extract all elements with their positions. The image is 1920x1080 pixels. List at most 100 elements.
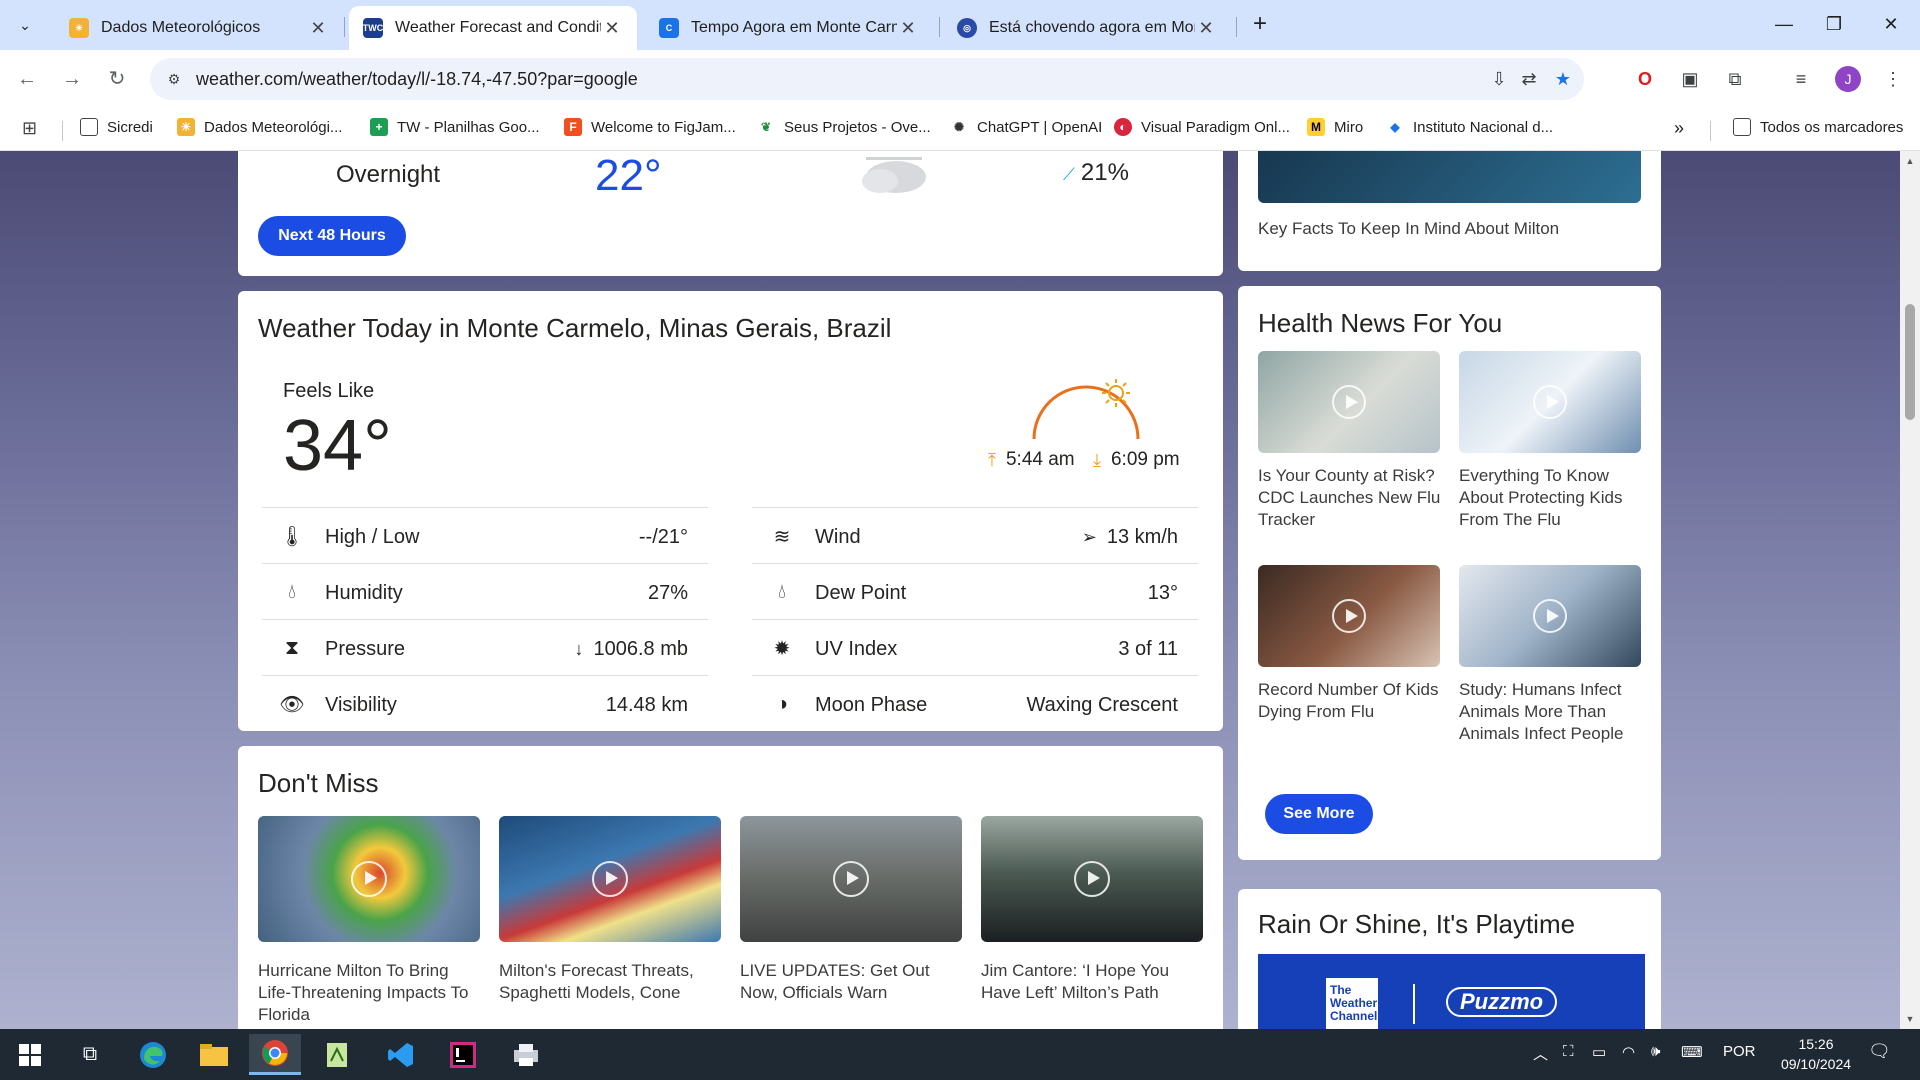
close-tab-icon[interactable]: ✕ bbox=[1195, 18, 1217, 39]
dont-miss-card: Don't Miss Hurricane Milton To Bring Lif… bbox=[238, 746, 1223, 1029]
weather-today-title: Weather Today in Monte Carmelo, Minas Ge… bbox=[258, 313, 892, 343]
tab-dados-meteorologicos[interactable]: ☀ Dados Meteorológicos ✕ bbox=[55, 6, 343, 50]
news-headline[interactable]: Key Facts To Keep In Mind About Milton bbox=[1258, 219, 1559, 239]
extension-badge-icon[interactable]: ▣ bbox=[1676, 65, 1704, 93]
sunset-time: ⤓ 6:09 pm bbox=[1093, 449, 1180, 471]
forward-arrow-icon[interactable]: → bbox=[57, 64, 87, 94]
puzzmo-banner[interactable]: The Weather Channel Puzzmo bbox=[1258, 954, 1645, 1029]
apps-grid-icon[interactable]: ⊞ bbox=[22, 118, 37, 139]
bookmark-chatgpt[interactable]: ✺ ChatGPT | OpenAI bbox=[950, 118, 1102, 136]
dont-miss-title: Don't Miss bbox=[258, 768, 379, 798]
scroll-up-icon[interactable]: ▲ bbox=[1900, 153, 1920, 169]
more-bookmarks-chevron-icon[interactable]: » bbox=[1674, 118, 1684, 139]
scrollbar-thumb[interactable] bbox=[1905, 304, 1915, 420]
next-48-hours-button[interactable]: Next 48 Hours bbox=[258, 216, 406, 256]
network-wifi-icon[interactable]: ◠ bbox=[1622, 1043, 1635, 1061]
extensions-puzzle-icon[interactable]: ⧉ bbox=[1721, 65, 1749, 93]
dont-miss-thumbnail-4[interactable] bbox=[981, 816, 1203, 942]
see-more-button[interactable]: See More bbox=[1265, 794, 1373, 834]
bookmark-tw-planilhas[interactable]: + TW - Planilhas Goo... bbox=[370, 118, 540, 136]
edge-browser-icon[interactable] bbox=[127, 1034, 179, 1075]
bookmark-visual-paradigm[interactable]: ◐ Visual Paradigm Onl... bbox=[1114, 118, 1290, 136]
printer-app-icon[interactable] bbox=[500, 1034, 552, 1075]
detail-label: Moon Phase bbox=[815, 694, 928, 716]
bookmark-figjam[interactable]: F Welcome to FigJam... bbox=[564, 118, 736, 136]
notification-center-icon[interactable]: 🗨︎ bbox=[1868, 1041, 1891, 1062]
health-news-card: Health News For You Is Your County at Ri… bbox=[1238, 286, 1661, 860]
url-text[interactable]: weather.com/weather/today/l/-18.74,-47.5… bbox=[196, 69, 638, 90]
health-headline-3[interactable]: Record Number Of Kids Dying From Flu bbox=[1258, 679, 1443, 723]
scroll-down-icon[interactable]: ▼ bbox=[1900, 1011, 1920, 1027]
translate-icon[interactable]: ⇄ bbox=[1516, 67, 1542, 91]
page-scrollbar[interactable]: ▲ ▼ bbox=[1900, 151, 1920, 1029]
address-bar[interactable]: ⚙ weather.com/weather/today/l/-18.74,-47… bbox=[150, 58, 1584, 100]
news-card-top[interactable]: Key Facts To Keep In Mind About Milton bbox=[1238, 151, 1661, 271]
health-thumbnail-1[interactable] bbox=[1258, 351, 1440, 453]
intellij-idea-icon[interactable] bbox=[437, 1034, 489, 1075]
vscode-icon[interactable] bbox=[375, 1034, 427, 1075]
bookmark-dados-meteorologicos[interactable]: ☀ Dados Meteorológi... bbox=[177, 118, 342, 136]
touch-keyboard-icon[interactable]: ⌨ bbox=[1681, 1043, 1703, 1061]
input-language-indicator[interactable]: POR bbox=[1723, 1043, 1756, 1060]
chrome-browser-icon[interactable] bbox=[249, 1034, 301, 1075]
health-headline-1[interactable]: Is Your County at Risk? CDC Launches New… bbox=[1258, 465, 1443, 531]
profile-avatar[interactable]: J bbox=[1835, 66, 1861, 92]
tab-esta-chovendo[interactable]: ◎ Está chovendo agora em Monte ✕ bbox=[943, 6, 1231, 50]
cloudy-icon bbox=[862, 157, 926, 193]
new-tab-button[interactable]: + bbox=[1244, 9, 1276, 41]
reload-icon[interactable]: ↻ bbox=[102, 64, 132, 94]
close-tab-icon[interactable]: ✕ bbox=[897, 18, 919, 39]
folder-icon bbox=[80, 118, 98, 136]
wind-direction-icon: ➢ bbox=[1081, 527, 1097, 547]
media-control-icon[interactable]: ≡ bbox=[1787, 65, 1815, 93]
visibility-eye-icon: 👁︎ bbox=[279, 693, 305, 716]
bookmark-label: ChatGPT | OpenAI bbox=[977, 118, 1103, 136]
dont-miss-headline-1[interactable]: Hurricane Milton To Bring Life-Threateni… bbox=[258, 960, 483, 1026]
all-bookmarks-folder[interactable]: Todos os marcadores bbox=[1733, 118, 1903, 136]
volume-icon[interactable]: 🕪︎ bbox=[1651, 1043, 1660, 1060]
show-hidden-icons-icon[interactable]: ︿ bbox=[1533, 1043, 1548, 1064]
bookmark-star-icon[interactable]: ★ bbox=[1550, 67, 1576, 91]
dont-miss-thumbnail-3[interactable] bbox=[740, 816, 962, 942]
bookmark-seus-projetos[interactable]: ❦ Seus Projetos - Ove... bbox=[757, 118, 931, 136]
detail-value: 27% bbox=[647, 582, 688, 604]
dont-miss-headline-3[interactable]: LIVE UPDATES: Get Out Now, Officials War… bbox=[740, 960, 965, 1004]
menu-kebab-icon[interactable]: ⋮ bbox=[1879, 65, 1907, 93]
health-thumbnail-4[interactable] bbox=[1459, 565, 1641, 667]
health-headline-2[interactable]: Everything To Know About Protecting Kids… bbox=[1459, 465, 1644, 531]
windows-start-icon[interactable] bbox=[4, 1034, 56, 1075]
tab-tempo-agora[interactable]: C Tempo Agora em Monte Carme ✕ bbox=[645, 6, 933, 50]
file-explorer-icon[interactable] bbox=[188, 1034, 240, 1075]
tab-search-icon[interactable]: ⌄ bbox=[9, 9, 41, 41]
weather-details-right: ≋ Wind ➢ 13 km/h 💧︎ Dew Point 13° ✹ UV In… bbox=[752, 507, 1198, 731]
bookmark-instituto-nacional[interactable]: ◆ Instituto Nacional d... bbox=[1386, 118, 1553, 136]
minimize-window-icon[interactable]: — bbox=[1764, 8, 1804, 40]
close-tab-icon[interactable]: ✕ bbox=[601, 18, 623, 39]
dont-miss-headline-2[interactable]: Milton's Forecast Threats, Spaghetti Mod… bbox=[499, 960, 724, 1004]
install-app-icon[interactable]: ⇩ bbox=[1486, 67, 1512, 91]
health-headline-4[interactable]: Study: Humans Infect Animals More Than A… bbox=[1459, 679, 1644, 745]
dont-miss-thumbnail-2[interactable] bbox=[499, 816, 721, 942]
health-thumbnail-3[interactable] bbox=[1258, 565, 1440, 667]
task-view-icon[interactable]: ⧉ bbox=[64, 1034, 116, 1075]
close-window-icon[interactable]: ✕ bbox=[1871, 8, 1911, 40]
detail-row-dew-point: 💧︎ Dew Point 13° bbox=[752, 563, 1198, 619]
meet-now-icon[interactable]: ⛶ bbox=[1563, 1043, 1574, 1060]
health-thumbnail-2[interactable] bbox=[1459, 351, 1641, 453]
dont-miss-thumbnail-1[interactable] bbox=[258, 816, 480, 942]
opera-extension-icon[interactable]: O bbox=[1631, 65, 1659, 93]
battery-icon[interactable]: ▭ bbox=[1592, 1043, 1606, 1061]
bookmark-miro[interactable]: M Miro bbox=[1307, 118, 1363, 136]
feels-like-label: Feels Like bbox=[283, 380, 375, 402]
close-tab-icon[interactable]: ✕ bbox=[307, 18, 329, 39]
news-thumbnail[interactable] bbox=[1258, 151, 1641, 203]
dont-miss-headline-4[interactable]: Jim Cantore: ‘I Hope You Have Left’ Milt… bbox=[981, 960, 1206, 1004]
site-settings-icon[interactable]: ⚙ bbox=[164, 69, 184, 89]
bookmark-sicredi[interactable]: Sicredi bbox=[80, 118, 153, 136]
system-clock[interactable]: 15:26 09/10/2024 bbox=[1774, 1034, 1858, 1074]
google-sheets-icon: + bbox=[370, 118, 388, 136]
back-arrow-icon[interactable]: ← bbox=[12, 64, 42, 94]
notepad-plus-icon[interactable] bbox=[312, 1034, 364, 1075]
tab-weather-forecast[interactable]: TWC Weather Forecast and Condition ✕ bbox=[349, 6, 637, 50]
restore-window-icon[interactable]: ❐ bbox=[1814, 8, 1854, 40]
